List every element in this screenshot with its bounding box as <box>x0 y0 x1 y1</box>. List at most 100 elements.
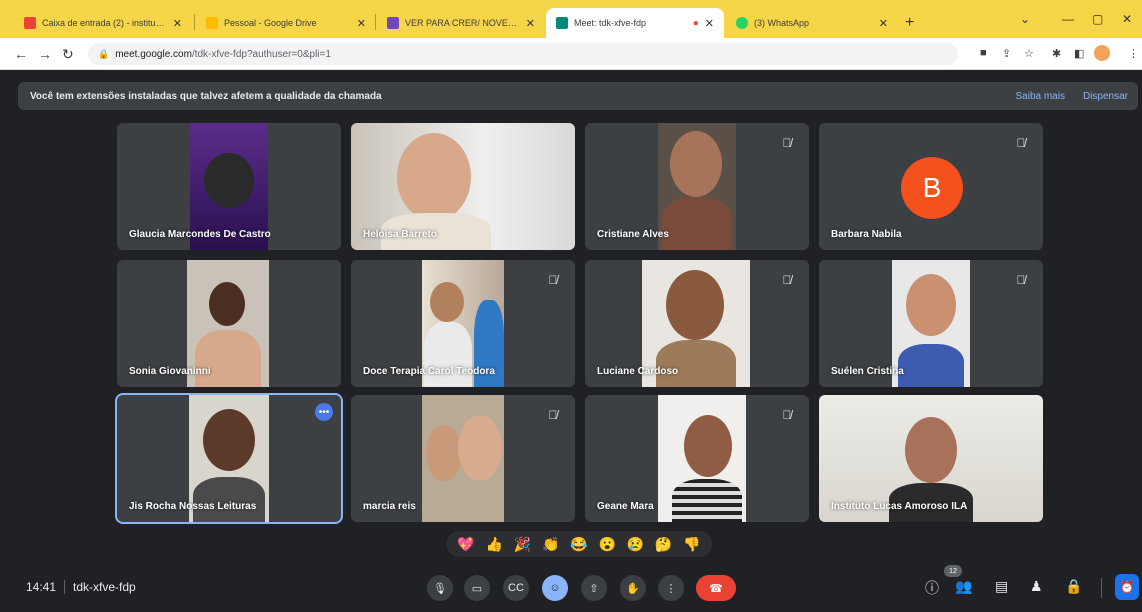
share-icon[interactable]: ⇪ <box>1002 47 1011 60</box>
participant-tile[interactable]: 🎙̸ Luciane Cardoso <box>585 260 809 387</box>
people-icon[interactable]: 👥 <box>955 578 972 595</box>
dismiss-button[interactable]: Dispensar <box>1083 91 1128 102</box>
microphone-button[interactable]: 🎙 <box>427 575 453 601</box>
participant-face <box>684 415 732 477</box>
sad-reaction-icon[interactable]: 😢 <box>627 536 644 553</box>
close-icon[interactable]: ✕ <box>879 17 888 30</box>
participant-body <box>898 344 964 387</box>
address-bar: ← → ↻ 🔒 meet.google.com /tdk-xfve-fdp?au… <box>0 38 1142 70</box>
profile-avatar[interactable] <box>1094 45 1110 61</box>
participant-face <box>906 274 956 336</box>
close-icon[interactable]: ✕ <box>357 17 366 30</box>
camera-button[interactable]: ▭ <box>464 575 490 601</box>
url-path: /tdk-xfve-fdp?authuser=0&pli=1 <box>191 48 331 60</box>
tab-meet[interactable]: Meet: tdk-xfve-fdp ● ✕ <box>546 8 724 38</box>
thumbs-up-reaction-icon[interactable]: 👍 <box>486 536 503 553</box>
participant-body <box>656 340 736 387</box>
chevron-down-icon[interactable]: ⌄ <box>1020 12 1030 26</box>
url-host: meet.google.com <box>115 48 192 60</box>
camera-icon[interactable]: ■ <box>980 47 987 59</box>
leave-call-button[interactable]: ☎ <box>696 575 736 601</box>
host-controls-icon[interactable]: 🔒 <box>1065 578 1082 595</box>
info-icon[interactable]: ⓘ <box>925 578 939 598</box>
mic-off-icon: 🎙̸ <box>548 273 558 287</box>
participant-tile[interactable]: Glaucia Marcondes De Castro <box>117 123 341 250</box>
surprised-reaction-icon[interactable]: 😮 <box>598 536 615 553</box>
close-icon[interactable]: ✕ <box>526 17 535 30</box>
timer-button[interactable]: ⏰ <box>1115 574 1139 600</box>
participant-tile[interactable]: Instituto Lucas Amoroso ILA <box>819 395 1043 522</box>
cat-filter-face <box>204 153 254 208</box>
participant-face <box>670 131 722 197</box>
present-button[interactable]: ⇧ <box>581 575 607 601</box>
chat-icon[interactable]: ▤ <box>995 578 1008 595</box>
participant-tile[interactable]: 🎙̸ Doce Terapia Carol Teodora <box>351 260 575 387</box>
reload-button[interactable]: ↻ <box>62 46 74 63</box>
url-field[interactable]: 🔒 meet.google.com /tdk-xfve-fdp?authuser… <box>88 43 958 65</box>
close-icon[interactable]: ✕ <box>173 17 182 30</box>
tab-divider <box>194 14 195 30</box>
laugh-reaction-icon[interactable]: 😂 <box>570 536 587 553</box>
banner-text: Você tem extensões instaladas que talvez… <box>30 90 382 102</box>
participant-name: Cristiane Alves <box>597 229 669 240</box>
tab-gmail[interactable]: Caixa de entrada (2) - institutolu ✕ <box>14 8 192 38</box>
participant-body <box>193 477 265 522</box>
participant-tile[interactable]: Heloisa Barreto <box>351 123 575 250</box>
tab-forms[interactable]: VER PARA CRER/ NOVEMBRO 2 ✕ <box>377 8 545 38</box>
minimize-button[interactable]: — <box>1062 12 1074 26</box>
close-icon[interactable]: ✕ <box>705 17 714 30</box>
thinking-reaction-icon[interactable]: 🤔 <box>655 536 672 553</box>
participant-tile[interactable]: B 🎙̸ Barbara Nabila <box>819 123 1043 250</box>
participant-face <box>397 133 471 221</box>
participant-name: Heloisa Barreto <box>363 229 437 240</box>
restore-button[interactable]: ▢ <box>1092 12 1103 26</box>
forward-button[interactable]: → <box>38 46 52 62</box>
whatsapp-icon <box>736 17 748 29</box>
participant-tile[interactable]: 🎙̸ marcia reis <box>351 395 575 522</box>
captions-button[interactable]: CC <box>503 575 529 601</box>
participant-body <box>424 322 472 387</box>
participant-tile[interactable]: ••• Jis Rocha Nossas Leituras <box>115 393 343 524</box>
heart-reaction-icon[interactable]: 💖 <box>457 536 474 553</box>
participant-tile[interactable]: 🎙̸ Suélen Cristina <box>819 260 1043 387</box>
video-camera-icon: ▭ <box>471 582 483 595</box>
tab-google-drive[interactable]: Pessoal - Google Drive ✕ <box>196 8 376 38</box>
present-screen-icon: ⇧ <box>589 582 599 595</box>
participant-tile[interactable]: Sonia Giovaninni <box>117 260 341 387</box>
more-options-button[interactable]: ••• <box>315 403 333 421</box>
participant-body <box>662 197 732 250</box>
divider <box>1101 578 1102 598</box>
reactions-button[interactable]: ☺ <box>542 575 568 601</box>
raise-hand-button[interactable]: ✋ <box>620 575 646 601</box>
new-tab-button[interactable]: + <box>905 14 914 32</box>
recording-icon: ● <box>692 17 699 29</box>
participant-name: Doce Terapia Carol Teodora <box>363 366 495 377</box>
back-button[interactable]: ← <box>14 46 28 62</box>
extensions-icon[interactable]: ✱ <box>1052 47 1061 60</box>
activities-icon[interactable]: ♟ <box>1030 578 1043 595</box>
close-window-button[interactable]: ✕ <box>1122 12 1132 26</box>
participant-name: marcia reis <box>363 501 416 512</box>
sidepanel-icon[interactable]: ◧ <box>1074 47 1084 60</box>
participant-name: Instituto Lucas Amoroso ILA <box>831 501 968 512</box>
participant-name: Suélen Cristina <box>831 366 904 377</box>
participant-tile[interactable]: 🎙̸ Cristiane Alves <box>585 123 809 250</box>
menu-icon[interactable]: ⋮ <box>1128 47 1139 60</box>
participant-face <box>426 425 462 481</box>
participant-name: Glaucia Marcondes De Castro <box>129 229 271 240</box>
more-vert-icon: ⋮ <box>665 582 677 595</box>
participant-tile[interactable]: 🎙̸ Geane Mara <box>585 395 809 522</box>
hang-up-icon: ☎ <box>709 582 723 595</box>
mic-icon: 🎙 <box>433 582 447 595</box>
learn-more-link[interactable]: Saiba mais <box>1016 91 1065 102</box>
thumbs-down-reaction-icon[interactable]: 👎 <box>683 536 700 553</box>
participant-name: Geane Mara <box>597 501 654 512</box>
tab-whatsapp[interactable]: (3) WhatsApp ✕ <box>726 8 898 38</box>
participant-face <box>458 415 502 481</box>
party-reaction-icon[interactable]: 🎉 <box>514 536 531 553</box>
star-icon[interactable]: ☆ <box>1024 47 1034 60</box>
participant-face <box>209 282 245 326</box>
clap-reaction-icon[interactable]: 👏 <box>542 536 559 553</box>
meeting-code: tdk-xfve-fdp <box>73 580 136 594</box>
more-options-button[interactable]: ⋮ <box>658 575 684 601</box>
